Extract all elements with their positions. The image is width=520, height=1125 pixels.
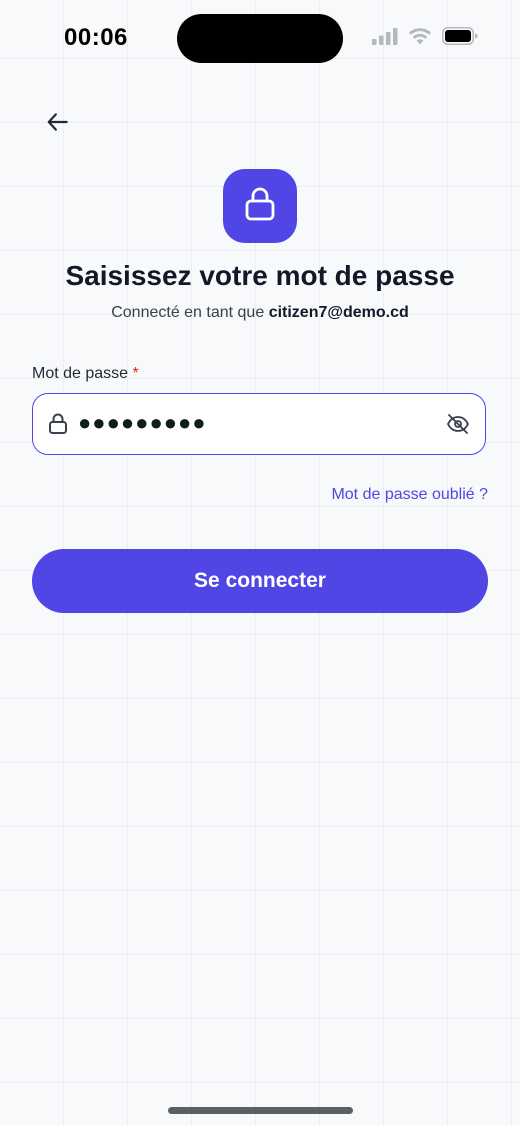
wifi-icon: [408, 27, 432, 50]
subtitle-prefix: Connecté en tant que: [111, 304, 265, 321]
cellular-signal-icon: [372, 27, 398, 50]
user-email: citizen7@demo.cd: [268, 304, 409, 321]
status-icons: [372, 27, 478, 50]
password-input[interactable]: ●●●●●●●●●: [78, 410, 207, 436]
lock-badge: [223, 169, 297, 243]
status-time: 00:06: [64, 24, 128, 51]
lock-icon: [48, 413, 68, 440]
lock-icon: [243, 186, 277, 227]
eye-off-icon[interactable]: [445, 412, 471, 441]
required-marker: *: [132, 365, 139, 382]
home-indicator[interactable]: [168, 1107, 353, 1114]
login-button[interactable]: Se connecter: [32, 549, 488, 613]
signed-in-as: Connecté en tant que citizen7@demo.cd: [0, 304, 520, 322]
page-title: Saisissez votre mot de passe: [65, 260, 455, 291]
password-label: Mot de passe *: [32, 365, 139, 383]
status-bar: 00:06: [0, 0, 520, 80]
password-label-text: Mot de passe: [32, 365, 129, 382]
password-field[interactable]: ●●●●●●●●●: [32, 393, 486, 455]
arrow-left-icon: [45, 109, 71, 140]
battery-icon: [442, 27, 478, 50]
dynamic-island: [177, 14, 343, 63]
forgot-password-link[interactable]: Mot de passe oublié ?: [331, 486, 488, 504]
back-button[interactable]: [40, 106, 76, 142]
